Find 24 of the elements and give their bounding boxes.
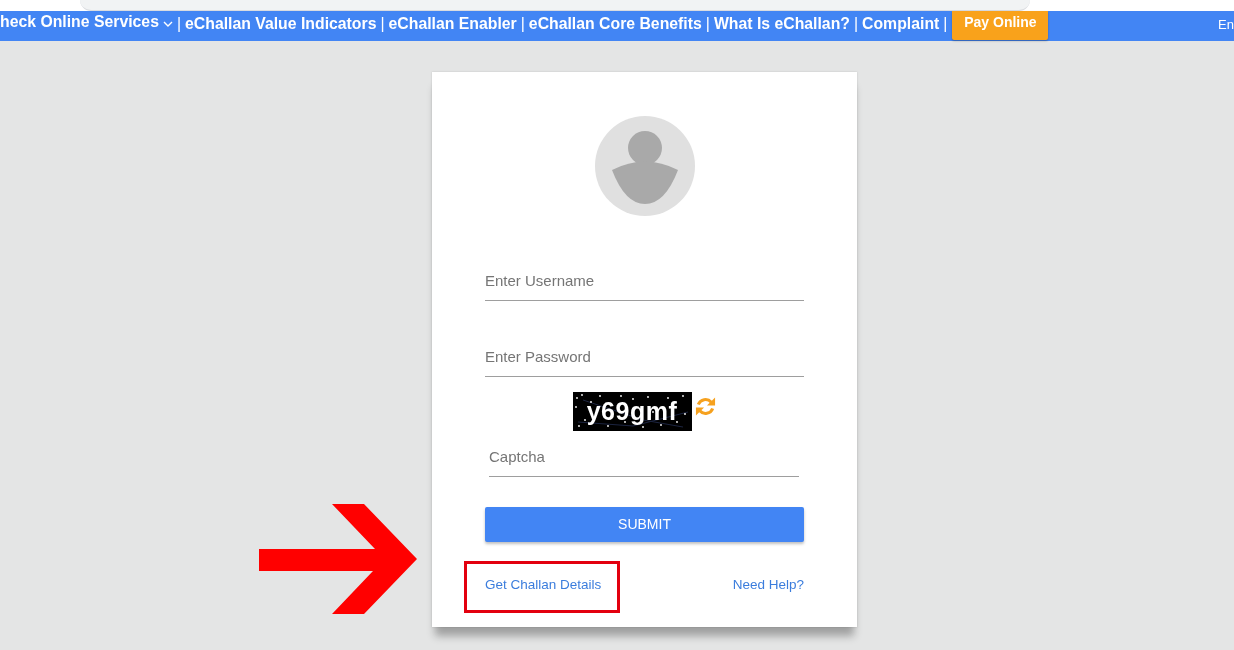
pay-online-button[interactable]: Pay Online	[952, 11, 1049, 40]
avatar-icon	[594, 116, 695, 216]
nav-link[interactable]: Complaint	[862, 14, 940, 34]
details-link[interactable]: Get Challan Details	[485, 577, 602, 592]
password-field[interactable]: Enter Password	[485, 337, 804, 377]
nav-separator: |	[520, 14, 525, 34]
submit-button[interactable]: SUBMIT	[485, 507, 804, 542]
captcha-field[interactable]: Captcha	[489, 437, 799, 477]
username-field[interactable]: Enter Username	[485, 261, 804, 301]
language-selector[interactable]: En	[1218, 11, 1234, 33]
nav-link[interactable]: eChallan Value Indicators	[185, 14, 377, 34]
nav-link[interactable]: What Is eChallan?	[713, 14, 850, 34]
nav-separator: |	[380, 14, 385, 34]
nav-link[interactable]: eChallan Core Benefits	[528, 14, 702, 34]
nav-separator: |	[176, 14, 182, 34]
address-bar[interactable]	[80, 0, 1030, 11]
nav-link[interactable]: eChallan Enabler	[388, 14, 517, 34]
nav-separator: |	[853, 14, 859, 34]
help-link[interactable]: Need Help?	[732, 577, 804, 592]
nav-separator: |	[943, 14, 948, 34]
chevron-down-icon	[162, 20, 173, 27]
nav-dropdown[interactable]: heck Online Services	[0, 12, 173, 32]
nav-separator: |	[705, 14, 710, 34]
captcha-image: y69gmf	[572, 392, 692, 431]
